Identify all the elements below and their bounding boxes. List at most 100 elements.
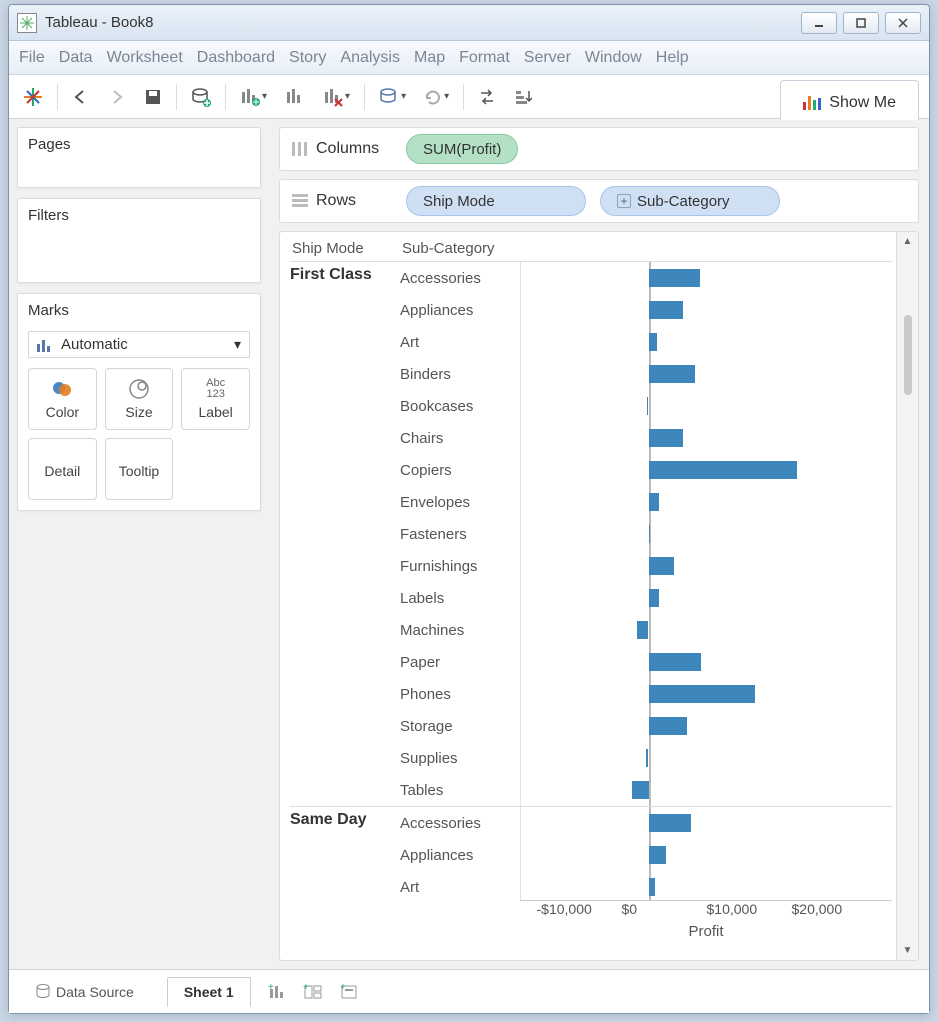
row-label: Paper [400,646,520,678]
axis-tick: $20,000 [792,901,843,917]
chevron-down-icon: ▾ [234,336,241,353]
bar[interactable] [649,429,683,447]
bar[interactable] [649,269,700,287]
chevron-down-icon: ▾ [262,91,267,102]
duplicate-sheet-button[interactable] [281,83,309,111]
show-me-button[interactable]: Show Me [780,80,919,120]
new-data-source-button[interactable] [187,83,215,111]
sort-button[interactable] [510,83,536,111]
app-window: Tableau - Book8 File Data Worksheet Dashboa… [8,4,930,1014]
swap-button[interactable] [474,83,500,111]
svg-text:+: + [303,983,309,993]
bar-icon [37,338,53,352]
chevron-down-icon: ▾ [345,91,350,102]
auto-update-button[interactable]: ▾ [375,83,410,111]
row-label: Bookcases [400,390,520,422]
scrollbar-thumb[interactable] [904,315,912,395]
close-button[interactable] [885,12,921,34]
data-source-tab[interactable]: Data Source [19,977,151,1007]
menu-analysis[interactable]: Analysis [340,49,400,67]
chevron-down-icon: ▾ [444,91,449,102]
new-story-tab-button[interactable]: + [339,983,359,1001]
chevron-down-icon: ▾ [401,91,406,102]
menu-window[interactable]: Window [585,49,642,67]
bar[interactable] [632,781,649,799]
marks-color-button[interactable]: Color [28,368,97,430]
mark-type-dropdown[interactable]: Automatic ▾ [28,331,250,358]
bar[interactable] [647,397,649,415]
rows-shelf[interactable]: Rows Ship Mode +Sub-Category [279,179,919,223]
clear-sheet-button[interactable]: ▾ [319,83,354,111]
bar[interactable] [649,685,755,703]
pill-sum-profit[interactable]: SUM(Profit) [406,134,518,164]
bar[interactable] [649,525,651,543]
side-panel: Pages Filters Marks Automatic ▾ [9,119,269,969]
tableau-logo-button[interactable] [19,83,47,111]
bar[interactable] [646,749,649,767]
marks-detail-button[interactable]: Detail [28,438,97,500]
columns-label: Columns [316,140,379,158]
new-dashboard-tab-button[interactable]: + [303,983,323,1001]
filters-shelf[interactable]: Filters [17,198,261,283]
columns-icon [292,142,308,156]
columns-shelf[interactable]: Columns SUM(Profit) [279,127,919,171]
size-icon [128,378,150,400]
bar[interactable] [649,589,659,607]
rows-icon [292,194,308,208]
header-sub-category: Sub-Category [402,240,522,257]
scroll-up-icon[interactable]: ▲ [903,236,913,247]
marks-card: Marks Automatic ▾ Color [17,293,261,511]
group-label: Same Day [290,807,400,900]
redo-button[interactable] [104,83,130,111]
row-label: Labels [400,582,520,614]
sheet-tab-bar: Data Source Sheet 1 + + + [9,969,929,1013]
bar[interactable] [649,846,666,864]
color-icon [51,378,73,400]
maximize-button[interactable] [843,12,879,34]
new-worksheet-tab-button[interactable]: + [267,983,287,1001]
menu-worksheet[interactable]: Worksheet [107,49,183,67]
bar[interactable] [637,621,649,639]
bar[interactable] [649,301,683,319]
pages-shelf[interactable]: Pages [17,127,261,188]
menu-format[interactable]: Format [459,49,510,67]
new-worksheet-button[interactable]: ▾ [236,83,271,111]
bar[interactable] [649,493,659,511]
marks-size-button[interactable]: Size [105,368,174,430]
undo-button[interactable] [68,83,94,111]
row-label: Supplies [400,742,520,774]
axis-tick: -$10,000 [537,901,592,917]
bar[interactable] [649,814,692,832]
mark-type-label: Automatic [61,336,128,353]
menu-story[interactable]: Story [289,49,326,67]
menu-help[interactable]: Help [656,49,689,67]
save-button[interactable] [140,83,166,111]
minimize-button[interactable] [801,12,837,34]
scroll-down-icon[interactable]: ▼ [903,945,913,956]
bar[interactable] [649,878,656,896]
bar[interactable] [649,333,658,351]
row-label: Art [400,871,520,900]
titlebar[interactable]: Tableau - Book8 [9,5,929,41]
menu-dashboard[interactable]: Dashboard [197,49,275,67]
bar[interactable] [649,557,675,575]
menu-map[interactable]: Map [414,49,445,67]
menu-server[interactable]: Server [524,49,571,67]
main-area: Columns SUM(Profit) Rows Ship Mode +Sub-… [269,119,929,969]
pill-ship-mode[interactable]: Ship Mode [406,186,586,216]
menu-file[interactable]: File [19,49,45,67]
marks-label-button[interactable]: Abc123 Label [181,368,250,430]
menu-data[interactable]: Data [59,49,93,67]
pill-sub-category[interactable]: +Sub-Category [600,186,780,216]
viz-canvas: Ship Mode Sub-Category First ClassAccess… [279,231,919,961]
marks-tooltip-button[interactable]: Tooltip [105,438,174,500]
sheet-tab[interactable]: Sheet 1 [167,977,251,1007]
bar[interactable] [649,461,798,479]
row-label: Binders [400,358,520,390]
vertical-scrollbar[interactable]: ▲ ▼ [896,232,918,960]
bar[interactable] [649,653,702,671]
row-label: Art [400,326,520,358]
bar[interactable] [649,365,696,383]
run-update-button[interactable]: ▾ [420,83,453,111]
bar[interactable] [649,717,687,735]
